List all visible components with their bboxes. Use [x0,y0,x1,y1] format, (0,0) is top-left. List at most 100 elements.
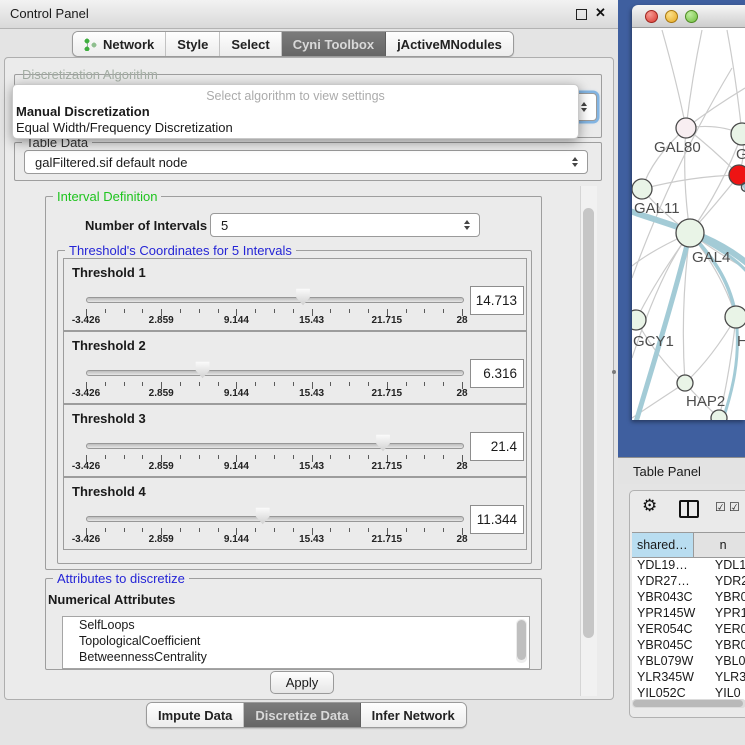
slider-thumb[interactable] [296,288,311,306]
network-node-gcy1[interactable] [632,310,646,330]
slider-tick [105,528,106,532]
network-node-bottom-node[interactable] [711,410,727,420]
network-edge[interactable] [662,30,686,128]
slider-tick-label: 28 [456,534,467,545]
table-horizontal-scrollbar[interactable] [632,699,745,708]
threshold-value-field[interactable]: 6.316 [470,359,524,388]
slider-thumb[interactable] [376,434,391,452]
threshold-value-field[interactable]: 21.4 [470,432,524,461]
slider-tick [142,382,143,386]
network-node-gal80[interactable] [676,118,696,138]
slider-track[interactable] [86,297,464,303]
network-canvas[interactable]: GAL80GACGAL11GAL4GCY1HHAP2 [632,28,745,420]
threshold-label: Threshold 2 [72,338,146,353]
network-edge[interactable] [636,320,685,383]
panel-scrollbar-thumb[interactable] [583,208,594,638]
gear-icon[interactable]: ⚙ [642,496,657,516]
splitter-grip[interactable] [612,370,616,374]
table-row[interactable]: YDL19…YDL1 [632,558,745,574]
slider-tick-label: 28 [456,388,467,399]
slider-tick [218,528,219,532]
number-of-intervals-combobox[interactable]: 5 [210,213,480,237]
table-row[interactable]: YBR043CYBR0 [632,590,745,606]
network-edge[interactable] [727,30,742,134]
table-row[interactable]: YER054CYER0 [632,622,745,638]
dropdown-item-manual-discretization[interactable]: Manual Discretization [16,104,150,119]
slider-tick [199,528,200,532]
table-row[interactable]: YBR045CYBR0 [632,638,745,654]
numerical-attributes-list[interactable]: SelfLoopsTopologicalCoefficientBetweenne… [62,616,530,669]
slider-tick [142,528,143,532]
attributes-scrollbar[interactable] [516,619,527,663]
slider-track[interactable] [86,443,464,449]
slider-thumb[interactable] [195,361,210,379]
apply-button[interactable]: Apply [270,671,334,694]
column-layout-icon[interactable] [679,500,699,518]
attribute-list-item[interactable]: TopologicalCoefficient [63,633,529,649]
table-row[interactable]: YDR27…YDR2 [632,574,745,590]
network-window-titlebar[interactable] [632,5,745,28]
tab-jactivemnodules[interactable]: jActiveMNodules [386,32,513,56]
slider-track[interactable] [86,516,464,522]
attribute-list-item[interactable]: SelfLoops [63,617,529,633]
network-node-h-node[interactable] [725,306,745,328]
column-header-name[interactable]: n [694,533,745,557]
dropdown-item-equal-width[interactable]: Equal Width/Frequency Discretization [16,120,233,135]
cell-name: YPR1 [707,606,745,622]
network-node-gal11[interactable] [632,179,652,199]
slider-tick [443,382,444,386]
tab-style[interactable]: Style [166,32,220,56]
cell-shared-name: YLR345W [632,670,707,686]
table-row[interactable]: YPR145WYPR1 [632,606,745,622]
network-edge[interactable] [686,30,702,128]
slider-tick [255,528,256,532]
tab-cyni-toolbox[interactable]: Cyni Toolbox [282,32,386,56]
network-node-label: GA [736,146,745,163]
slider-tick [330,528,331,532]
node-table: shared… n YDL19…YDL1YDR27…YDR2YBR043CYBR… [632,532,745,700]
maximize-traffic-light[interactable] [685,10,698,23]
table-row[interactable]: YLR345WYLR3 [632,670,745,686]
panel-scrollbar[interactable] [580,186,597,696]
column-header-shared-name[interactable]: shared… [632,533,694,557]
attribute-list-item[interactable]: BetweennessCentrality [63,649,529,665]
slider-tick [142,309,143,313]
float-window-icon[interactable] [576,9,587,20]
tab-discretize-data[interactable]: Discretize Data [244,703,360,727]
checkbox-icon[interactable]: ☑ [715,500,726,514]
slider-track[interactable] [86,370,464,376]
network-node-top-right[interactable] [731,123,745,145]
checkbox-icon[interactable]: ☑ [729,500,740,514]
slider-tick-label: 28 [456,461,467,472]
network-edge[interactable] [642,175,739,189]
slider-tick-label: 9.144 [224,388,249,399]
network-edge[interactable] [642,128,686,189]
network-node-gal4[interactable] [676,219,704,247]
slider-tick [293,528,294,532]
slider-tick [180,382,181,386]
threshold-value-field[interactable]: 11.344 [470,505,524,534]
network-node-label: GAL4 [692,249,730,266]
slider-tick-label: 9.144 [224,461,249,472]
tab-select[interactable]: Select [220,32,281,56]
table-row[interactable]: YBL079WYBL0 [632,654,745,670]
tab-infer-network[interactable]: Infer Network [361,703,466,727]
network-node-hap2[interactable] [677,375,693,391]
threshold-value-field[interactable]: 14.713 [470,286,524,315]
slider-thumb[interactable] [255,507,270,525]
slider-tick [124,309,125,313]
tab-label: Cyni Toolbox [293,37,374,52]
close-traffic-light[interactable] [645,10,658,23]
tab-impute-data[interactable]: Impute Data [147,703,244,727]
table-row[interactable]: YIL052CYIL0 [632,686,745,700]
cell-name: YBL0 [707,654,745,670]
table-data-combobox[interactable]: galFiltered.sif default node [24,150,588,174]
cell-name: YLR3 [707,670,745,686]
slider-tick-label: 15.43 [299,534,324,545]
network-node-label: H [737,333,745,350]
minimize-traffic-light[interactable] [665,10,678,23]
network-edge[interactable] [686,88,745,128]
cell-name: YBR0 [707,590,745,606]
close-icon[interactable]: ✕ [595,5,606,21]
tab-network[interactable]: Network [73,32,166,56]
